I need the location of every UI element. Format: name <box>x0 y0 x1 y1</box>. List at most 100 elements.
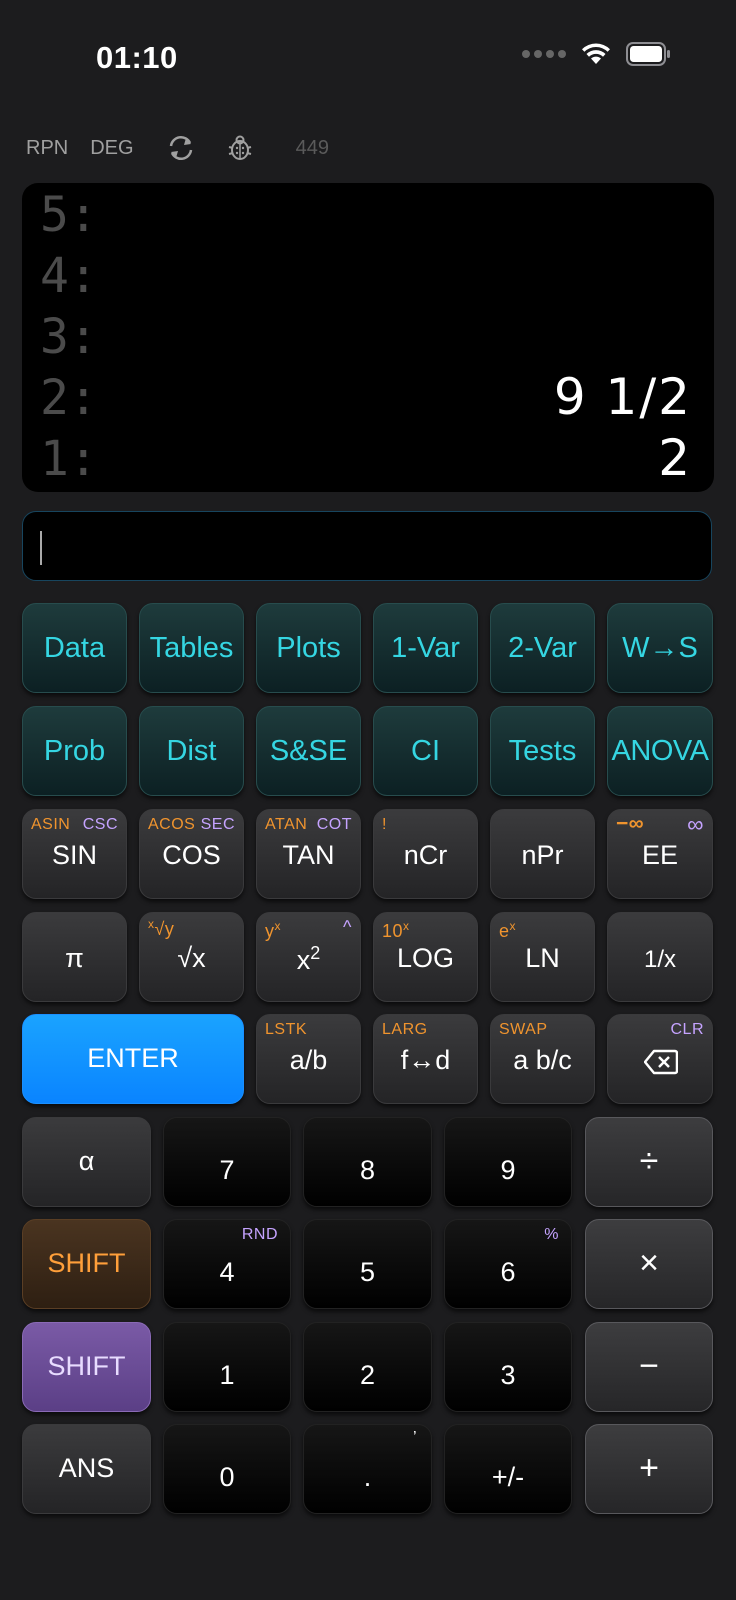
ln-key[interactable]: ex LN <box>490 912 595 1002</box>
divide-key[interactable]: ÷ <box>585 1117 713 1207</box>
digit-5-key[interactable]: 5 <box>303 1219 432 1309</box>
key-label: SHIFT <box>47 1351 126 1381</box>
digit-4-key[interactable]: RND 4 <box>163 1219 291 1309</box>
ci-menu-button[interactable]: CI <box>373 706 478 796</box>
key-label: nCr <box>403 840 448 870</box>
pi-key[interactable]: π <box>22 912 127 1002</box>
key-label: SHIFT <box>47 1248 126 1278</box>
shift-label: 10x <box>382 919 410 942</box>
alt-label: ∞ <box>687 811 704 837</box>
plots-menu-button[interactable]: Plots <box>256 603 361 693</box>
key-label: 1 <box>219 1360 235 1390</box>
s-and-se-menu-button[interactable]: S&SE <box>256 706 361 796</box>
stack-value: 2 <box>658 429 692 487</box>
alt-label: CLR <box>670 1021 704 1038</box>
digit-1-key[interactable]: 1 <box>163 1322 291 1412</box>
digit-7-key[interactable]: 7 <box>163 1117 291 1207</box>
digit-0-key[interactable]: 0 <box>163 1424 291 1514</box>
prob-menu-button[interactable]: Prob <box>22 706 127 796</box>
text-cursor <box>40 531 42 565</box>
shift-orange-key[interactable]: SHIFT <box>22 1219 151 1309</box>
angle-mode-label[interactable]: DEG <box>90 137 133 160</box>
key-label: π <box>65 943 84 973</box>
mode-bar: RPN DEG 449 <box>26 134 329 162</box>
data-menu-button[interactable]: Data <box>22 603 127 693</box>
key-label: 2 <box>359 1360 376 1390</box>
shift-label: ! <box>382 816 387 833</box>
shift-label: ACOS <box>148 816 196 833</box>
sin-key[interactable]: ASIN CSC SIN <box>22 809 127 899</box>
square-key[interactable]: yx ^ x2 <box>256 912 361 1002</box>
alpha-key[interactable]: α <box>22 1117 151 1207</box>
digit-8-key[interactable]: 8 <box>303 1117 432 1207</box>
log-exp: x <box>403 919 410 933</box>
key-label: . <box>363 1462 372 1492</box>
key-label: Tests <box>508 735 577 767</box>
sqrt-key[interactable]: x√y √x <box>139 912 244 1002</box>
key-label: nPr <box>521 840 564 870</box>
shift-label: SWAP <box>499 1021 548 1038</box>
alt-label: COT <box>316 816 352 833</box>
key-label: Tables <box>149 632 234 664</box>
add-key[interactable]: + <box>585 1424 713 1514</box>
stack-row-3[interactable]: 3: <box>22 305 714 366</box>
multiply-key[interactable]: × <box>585 1219 713 1309</box>
digit-3-key[interactable]: 3 <box>444 1322 572 1412</box>
shift-label: LARG <box>382 1021 428 1038</box>
enter-key[interactable]: ENTER <box>22 1014 244 1104</box>
shift-label: ASIN <box>31 816 71 833</box>
dist-menu-button[interactable]: Dist <box>139 706 244 796</box>
tests-menu-button[interactable]: Tests <box>490 706 595 796</box>
key-label: LN <box>525 943 560 973</box>
stack-level-label: 1: <box>40 431 98 487</box>
shift-label: LSTK <box>265 1021 308 1038</box>
digit-2-key[interactable]: 2 <box>303 1322 432 1412</box>
rpn-mode-label[interactable]: RPN <box>26 137 68 160</box>
shift-purple-key[interactable]: SHIFT <box>22 1322 151 1412</box>
digit-6-key[interactable]: % 6 <box>444 1219 572 1309</box>
battery-icon <box>626 42 670 66</box>
wifi-icon <box>582 43 610 64</box>
exp-base: e <box>499 921 510 941</box>
stack-row-5[interactable]: 5: <box>22 183 714 244</box>
entry-field[interactable] <box>22 511 712 581</box>
shift-label: ex <box>499 919 516 942</box>
ans-key[interactable]: ANS <box>22 1424 151 1514</box>
reciprocal-key[interactable]: 1/x <box>607 912 713 1002</box>
stack-row-2[interactable]: 2: 9 1/2 <box>22 366 714 427</box>
stack-level-label: 5: <box>40 187 98 243</box>
one-var-menu-button[interactable]: 1-Var <box>373 603 478 693</box>
npr-key[interactable]: nPr <box>490 809 595 899</box>
anova-menu-button[interactable]: ANOVA <box>607 706 713 796</box>
ee-key[interactable]: −∞ ∞ EE <box>607 809 713 899</box>
key-label: 7 <box>219 1155 235 1185</box>
stack-row-4[interactable]: 4: <box>22 244 714 305</box>
log-key[interactable]: 10x LOG <box>373 912 478 1002</box>
key-label: Plots <box>276 632 341 664</box>
tan-key[interactable]: ATAN COT TAN <box>256 809 361 899</box>
stack-level-label: 2: <box>40 370 98 426</box>
subtract-key[interactable]: − <box>585 1322 713 1412</box>
digit-9-key[interactable]: 9 <box>444 1117 572 1207</box>
tables-menu-button[interactable]: Tables <box>139 603 244 693</box>
mixed-fraction-key[interactable]: SWAP a b/c <box>490 1014 595 1104</box>
stack-display: 5: 4: 3: 2: 9 1/2 1: 2 <box>22 183 714 492</box>
key-label: f↔d <box>400 1045 451 1075</box>
negate-key[interactable]: +/- <box>444 1424 572 1514</box>
w-to-s-menu-button[interactable]: W→S <box>607 603 713 693</box>
stack-row-1[interactable]: 1: 2 <box>22 427 714 488</box>
bug-icon[interactable] <box>226 134 254 162</box>
key-label: Data <box>43 632 106 664</box>
alt-label: SEC <box>200 816 235 833</box>
key-label: 6 <box>500 1257 516 1287</box>
backspace-key[interactable]: CLR <box>607 1014 713 1104</box>
two-var-menu-button[interactable]: 2-Var <box>490 603 595 693</box>
stack-value: 9 1/2 <box>553 368 692 426</box>
key-label: 8 <box>359 1155 376 1185</box>
ncr-key[interactable]: ! nCr <box>373 809 478 899</box>
cos-key[interactable]: ACOS SEC COS <box>139 809 244 899</box>
decimal-point-key[interactable]: ’ . <box>303 1424 432 1514</box>
refresh-icon[interactable] <box>166 134 196 162</box>
fraction-key[interactable]: LSTK a/b <box>256 1014 361 1104</box>
fraction-decimal-key[interactable]: LARG f↔d <box>373 1014 478 1104</box>
